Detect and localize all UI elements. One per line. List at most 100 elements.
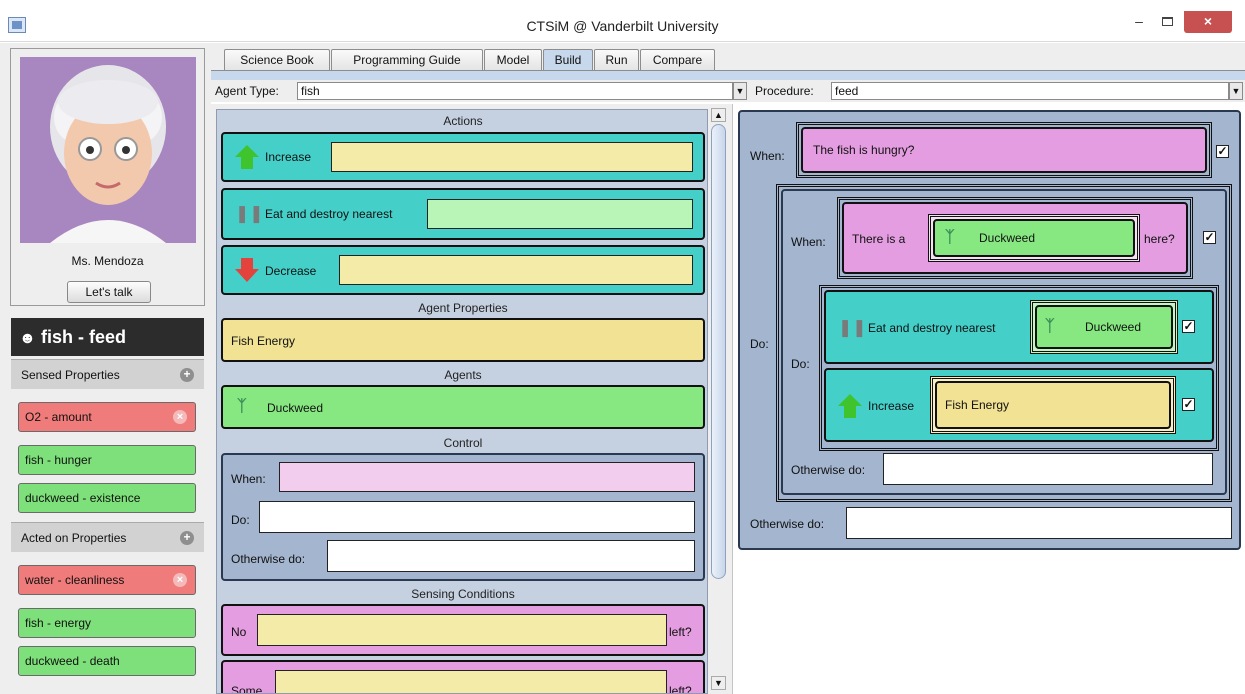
- inner-condition-frame[interactable]: There is a ᛉ Duckweed here?: [837, 197, 1193, 279]
- minimize-button[interactable]: –: [1125, 11, 1153, 33]
- acted-properties-label: Acted on Properties: [21, 531, 127, 545]
- property-label: duckweed - death: [25, 654, 120, 668]
- scrollbar-thumb[interactable]: [711, 124, 726, 579]
- eat-destroy-label: Eat and destroy nearest: [868, 321, 996, 335]
- inner-otherwise-slot[interactable]: [883, 453, 1213, 485]
- there-is-a-block[interactable]: There is a ᛉ Duckweed here?: [842, 202, 1188, 274]
- do-label: Do:: [231, 513, 250, 527]
- tab-compare[interactable]: Compare: [640, 49, 715, 71]
- close-button[interactable]: ×: [1184, 11, 1232, 33]
- remove-icon[interactable]: ×: [173, 573, 187, 587]
- left-label: left?: [669, 625, 692, 639]
- outer-otherwise-slot[interactable]: [846, 507, 1232, 539]
- acted-property-item[interactable]: water - cleanliness ×: [18, 565, 196, 595]
- some-left-block[interactable]: Some left?: [221, 660, 705, 694]
- add-acted-property-icon[interactable]: +: [180, 531, 194, 545]
- scroll-down-icon[interactable]: ▼: [711, 676, 726, 690]
- fish-energy-block[interactable]: Fish Energy: [935, 381, 1171, 429]
- fish-hungry-block[interactable]: The fish is hungry?: [801, 127, 1207, 173]
- sensed-property-item[interactable]: fish - hunger: [18, 445, 196, 475]
- teacher-avatar-image: [50, 65, 166, 243]
- otherwise-slot[interactable]: [327, 540, 695, 572]
- arrow-up-icon: [235, 145, 259, 169]
- no-left-block[interactable]: No left?: [221, 604, 705, 656]
- some-left-slot[interactable]: [275, 670, 667, 693]
- eat-destroy-block[interactable]: ❚❚ Eat and destroy nearest: [221, 188, 705, 240]
- tab-run[interactable]: Run: [594, 49, 639, 71]
- property-label: O2 - amount: [25, 410, 92, 424]
- decrease-label: Decrease: [265, 264, 317, 278]
- eat-checkbox[interactable]: ✓: [1182, 320, 1195, 333]
- duckweed-label: Duckweed: [267, 401, 324, 415]
- duckweed-block[interactable]: ᛉ Duckweed: [221, 385, 705, 429]
- property-label: fish - hunger: [25, 453, 92, 467]
- increase-slot[interactable]: [331, 142, 693, 172]
- inner-do-frame[interactable]: ❚❚ Eat and destroy nearest ᛉ Duckweed ✓ …: [819, 285, 1219, 451]
- do-slot[interactable]: [259, 501, 695, 533]
- fork-knife-icon: ❚❚: [838, 318, 867, 337]
- tab-science-book[interactable]: Science Book: [224, 49, 330, 71]
- property-label: fish - energy: [25, 616, 92, 630]
- decrease-slot[interactable]: [339, 255, 693, 285]
- outer-condition-checkbox[interactable]: ✓: [1216, 145, 1229, 158]
- acted-property-item[interactable]: duckweed - death: [18, 646, 196, 676]
- tab-bar: Science Book Programming Guide Model Bui…: [211, 43, 1245, 71]
- tab-content-strip: [211, 70, 1245, 80]
- no-left-slot[interactable]: [257, 614, 667, 646]
- tab-programming-guide[interactable]: Programming Guide: [331, 49, 483, 71]
- inner-condition-checkbox[interactable]: ✓: [1203, 231, 1216, 244]
- palette-scrollbar[interactable]: ▲ ▼: [708, 104, 730, 694]
- duckweed-slot-frame[interactable]: ᛉ Duckweed: [928, 214, 1140, 262]
- title-bar: CTSiM @ Vanderbilt University – ×: [0, 10, 1245, 42]
- acted-property-item[interactable]: fish - energy: [18, 608, 196, 638]
- remove-icon[interactable]: ×: [173, 410, 187, 424]
- inner-otherwise-label: Otherwise do:: [791, 463, 866, 477]
- sensed-property-item[interactable]: O2 - amount ×: [18, 402, 196, 432]
- maximize-button[interactable]: [1153, 11, 1181, 33]
- eat-destroy-block[interactable]: ❚❚ Eat and destroy nearest ᛉ Duckweed ✓: [824, 290, 1214, 364]
- outer-otherwise-label: Otherwise do:: [750, 517, 825, 531]
- duckweed-icon: ᛉ: [945, 229, 955, 246]
- teacher-panel: Ms. Mendoza Let's talk: [10, 48, 205, 306]
- fish-energy-label: Fish Energy: [945, 398, 1010, 412]
- procedure-dropdown[interactable]: feed: [831, 82, 1229, 100]
- inner-when-do-block[interactable]: When: There is a ᛉ Duckweed here? ✓ Do:: [781, 189, 1227, 495]
- users-icon: ☻: [19, 330, 36, 347]
- property-label: duckweed - existence: [25, 491, 141, 505]
- duckweed-block[interactable]: ᛉ Duckweed: [1035, 305, 1173, 349]
- maximize-icon: [1161, 17, 1173, 26]
- eat-target-frame[interactable]: ᛉ Duckweed: [1030, 300, 1178, 354]
- scroll-up-icon[interactable]: ▲: [711, 108, 726, 122]
- sensed-properties-label: Sensed Properties: [21, 368, 120, 382]
- lets-talk-button[interactable]: Let's talk: [67, 281, 151, 303]
- agents-heading: Agents: [444, 368, 482, 382]
- arrow-up-icon: [838, 394, 862, 418]
- procedure-chevron-down-icon[interactable]: ▼: [1229, 82, 1243, 100]
- outer-do-frame[interactable]: When: There is a ᛉ Duckweed here? ✓ Do:: [776, 184, 1232, 502]
- tab-model[interactable]: Model: [484, 49, 542, 71]
- increase-checkbox[interactable]: ✓: [1182, 398, 1195, 411]
- fish-energy-label: Fish Energy: [231, 334, 296, 348]
- sensed-property-item[interactable]: duckweed - existence: [18, 483, 196, 513]
- decrease-block[interactable]: Decrease: [221, 245, 705, 295]
- when-slot[interactable]: [279, 462, 695, 492]
- agent-type-chevron-down-icon[interactable]: ▼: [733, 82, 747, 100]
- when-do-block[interactable]: When: Do: Otherwise do:: [221, 453, 705, 581]
- agent-type-dropdown[interactable]: fish: [297, 82, 733, 100]
- increase-target-frame[interactable]: Fish Energy: [930, 376, 1176, 434]
- increase-block[interactable]: Increase: [221, 132, 705, 182]
- block-palette: Actions Increase ❚❚ Eat and destroy near…: [211, 104, 733, 694]
- tab-build[interactable]: Build: [543, 49, 593, 71]
- outer-condition-frame[interactable]: The fish is hungry?: [796, 122, 1212, 178]
- procedure-label: Procedure:: [755, 84, 814, 98]
- increase-block[interactable]: Increase Fish Energy ✓: [824, 368, 1214, 442]
- program-canvas: When: The fish is hungry? ✓ Do: When: Th…: [738, 110, 1241, 550]
- fish-energy-block[interactable]: Fish Energy: [221, 318, 705, 362]
- duckweed-block[interactable]: ᛉ Duckweed: [933, 219, 1135, 257]
- agent-properties-heading: Agent Properties: [418, 301, 508, 315]
- fork-knife-icon: ❚❚: [235, 204, 264, 223]
- some-label: Some: [231, 684, 263, 694]
- add-sensed-property-icon[interactable]: +: [180, 368, 194, 382]
- eat-destroy-slot[interactable]: [427, 199, 693, 229]
- teacher-avatar: [20, 57, 196, 243]
